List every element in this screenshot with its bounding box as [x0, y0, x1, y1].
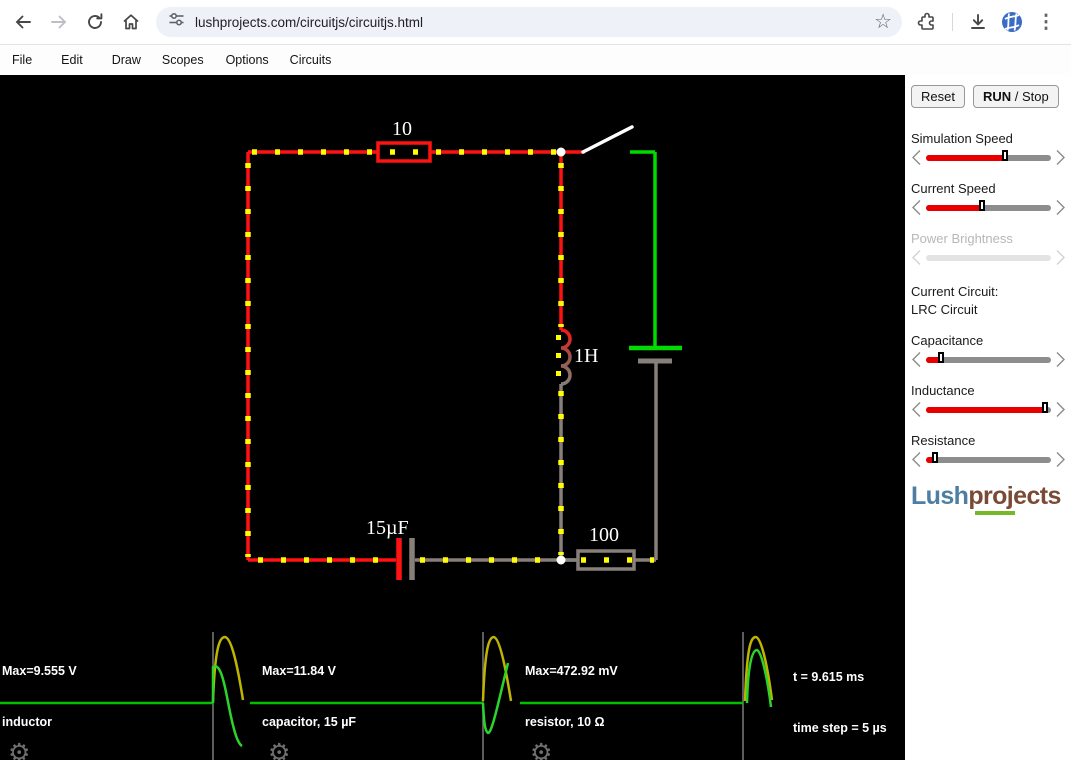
reload-icon[interactable] [80, 7, 110, 37]
logo-green-underline [975, 511, 1015, 515]
capacitance-slider[interactable] [911, 351, 1066, 368]
slider-thumb[interactable] [1001, 149, 1008, 161]
scope-resistor-name: resistor, 10 Ω [525, 715, 605, 729]
resistance-slider[interactable] [911, 451, 1066, 468]
sim-time-step: time step = 5 µs [793, 721, 887, 735]
run-stop-button[interactable]: RUN / Stop [972, 85, 1059, 108]
slider-track [926, 254, 1051, 261]
sim-info-text: t = 9.615 ms time step = 5 µs res.f = 41… [793, 635, 891, 760]
circuit-canvas[interactable]: 10 1H 15µF 100 Max=9.555 V inductor Max=… [0, 75, 905, 760]
junction-bottom[interactable] [556, 555, 566, 565]
chevron-left-icon[interactable] [911, 199, 922, 216]
logo-part-projects: projects [968, 482, 1061, 510]
simulation-speed-label: Simulation Speed [911, 131, 1013, 146]
address-bar[interactable]: lushprojects.com/circuitjs/circuitjs.htm… [156, 7, 902, 37]
simulation-speed-slider[interactable] [911, 149, 1066, 166]
logo-part-lush: Lush [911, 482, 969, 510]
menu-file[interactable]: File [12, 47, 32, 73]
back-icon[interactable] [8, 7, 38, 37]
site-settings-icon[interactable] [168, 11, 185, 33]
scope3-settings-gear-icon[interactable]: ⚙ [530, 741, 552, 760]
chevron-right-icon[interactable] [1055, 451, 1066, 468]
label-resistor-10: 10 [392, 118, 412, 140]
slider-thumb[interactable] [938, 351, 944, 363]
scope-capacitor-max: Max=11.84 V [262, 664, 337, 678]
slider-track[interactable] [926, 451, 1051, 463]
lushprojects-logo[interactable]: Lushprojects [911, 482, 1066, 515]
power-brightness-label: Power Brightness [911, 231, 1013, 246]
menu-circuits[interactable]: Circuits [290, 47, 332, 73]
capacitor[interactable] [396, 538, 578, 580]
chevron-right-icon [1055, 249, 1066, 266]
scope1-settings-gear-icon[interactable]: ⚙ [8, 741, 30, 760]
label-resistor-100: 100 [589, 524, 619, 546]
chevron-left-icon[interactable] [911, 451, 922, 468]
circuitjs-menubar: File Edit Draw Scopes Options Circuits [0, 44, 1071, 75]
extension-logo-icon[interactable] [997, 7, 1027, 37]
sim-time: t = 9.615 ms [793, 670, 865, 684]
label-capacitor: 15µF [366, 517, 409, 539]
scope-inductor-name: inductor [2, 715, 52, 729]
chevron-right-icon[interactable] [1055, 199, 1066, 216]
download-icon[interactable] [963, 7, 993, 37]
chevron-left-icon [911, 249, 922, 266]
wire-left-loop[interactable] [246, 150, 585, 562]
resistor-10[interactable] [376, 141, 432, 163]
reset-button[interactable]: Reset [911, 85, 965, 108]
capacitance-label: Capacitance [911, 333, 984, 348]
stop-label: / Stop [1011, 89, 1049, 104]
current-speed-label: Current Speed [911, 181, 996, 196]
junction-top[interactable] [556, 147, 566, 157]
menu-options[interactable]: Options [226, 47, 269, 73]
scope-inductor-max: Max=9.555 V [2, 664, 77, 678]
slider-thumb[interactable] [931, 451, 938, 463]
chevron-left-icon[interactable] [911, 401, 922, 418]
chevron-right-icon[interactable] [1055, 401, 1066, 418]
chevron-right-icon[interactable] [1055, 351, 1066, 368]
home-icon[interactable] [116, 7, 146, 37]
inductance-slider[interactable] [911, 401, 1066, 418]
current-circuit-name: LRC Circuit [911, 302, 978, 317]
wire-battery-negative[interactable] [634, 361, 658, 562]
wire-battery-positive[interactable] [629, 150, 682, 351]
scope2-settings-gear-icon[interactable]: ⚙ [268, 741, 290, 760]
current-speed-slider[interactable] [911, 199, 1066, 216]
slider-track[interactable] [926, 149, 1051, 161]
extensions-puzzle-icon[interactable] [912, 7, 942, 37]
scope-resistor-max: Max=472.92 mV [525, 664, 618, 678]
menu-scopes[interactable]: Scopes [162, 47, 204, 73]
run-label: RUN [982, 89, 1012, 104]
menu-edit[interactable]: Edit [61, 47, 83, 73]
browser-toolbar: lushprojects.com/circuitjs/circuitjs.htm… [0, 0, 1071, 44]
label-inductor-1h: 1H [574, 345, 599, 367]
slider-thumb[interactable] [979, 199, 986, 211]
chevron-left-icon[interactable] [911, 149, 922, 166]
switch-open[interactable] [581, 125, 634, 154]
forward-icon[interactable] [44, 7, 74, 37]
current-circuit-label: Current Circuit: [911, 284, 999, 299]
slider-thumb[interactable] [1041, 401, 1048, 413]
url-text[interactable]: lushprojects.com/circuitjs/circuitjs.htm… [195, 15, 874, 30]
menu-draw[interactable]: Draw [112, 47, 141, 73]
kebab-menu-icon[interactable]: ⋮ [1031, 7, 1061, 37]
scope-capacitor-name: capacitor, 15 µF [262, 715, 357, 729]
toolbar-separator [952, 13, 953, 31]
power-brightness-slider [911, 249, 1066, 266]
resistance-label: Resistance [911, 433, 976, 448]
slider-track[interactable] [926, 401, 1051, 413]
slider-track[interactable] [926, 351, 1051, 363]
chevron-right-icon[interactable] [1055, 149, 1066, 166]
control-panel: Reset RUN / Stop Simulation Speed Curren… [905, 75, 1071, 760]
inductance-label: Inductance [911, 383, 975, 398]
bookmark-star-icon[interactable]: ☆ [874, 12, 892, 32]
slider-track[interactable] [926, 199, 1051, 211]
chevron-left-icon[interactable] [911, 351, 922, 368]
coil-current-dots [556, 335, 561, 376]
